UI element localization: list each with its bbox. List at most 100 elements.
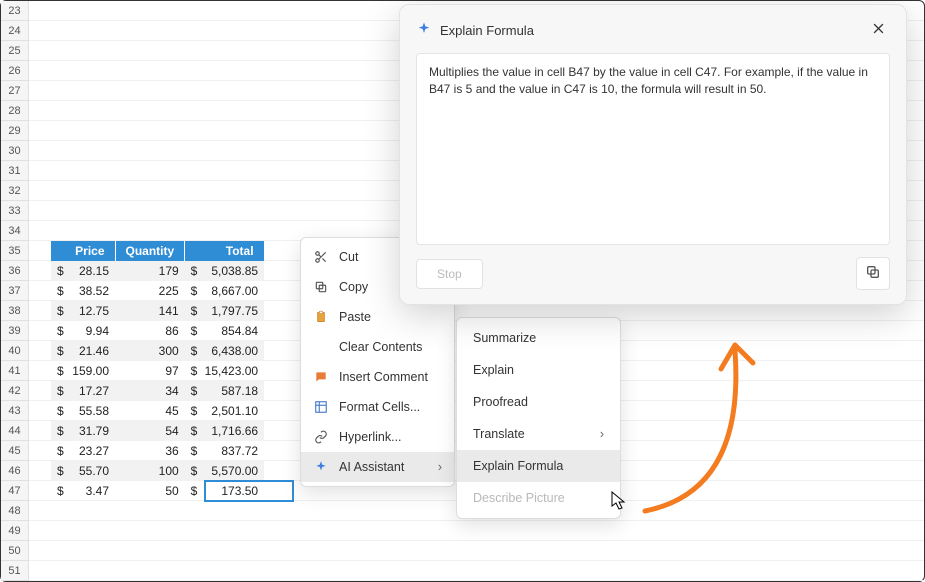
price-cell[interactable]: 38.52 (65, 281, 115, 301)
row-header[interactable]: 29 (1, 121, 29, 141)
submenu-proofread[interactable]: Proofread (457, 386, 620, 418)
menu-insert-comment[interactable]: Insert Comment (301, 362, 454, 392)
total-cell[interactable]: 854.84 (199, 321, 264, 341)
row-header[interactable]: 34 (1, 221, 29, 241)
row-header[interactable]: 43 (1, 401, 29, 421)
currency-symbol: $ (185, 461, 199, 481)
row-header[interactable]: 46 (1, 461, 29, 481)
quantity-cell[interactable]: 86 (115, 321, 185, 341)
submenu-translate[interactable]: Translate › (457, 418, 620, 450)
table-row[interactable]: $21.46300$6,438.00 (51, 341, 264, 361)
close-button[interactable] (867, 17, 890, 43)
total-cell[interactable]: 837.72 (199, 441, 264, 461)
row-header[interactable]: 26 (1, 61, 29, 81)
row-header[interactable]: 30 (1, 141, 29, 161)
total-cell[interactable]: 5,570.00 (199, 461, 264, 481)
submenu-describe-picture: Describe Picture (457, 482, 620, 514)
quantity-cell[interactable]: 36 (115, 441, 185, 461)
row-header[interactable]: 50 (1, 541, 29, 561)
row-header[interactable]: 33 (1, 201, 29, 221)
row-header[interactable]: 27 (1, 81, 29, 101)
stop-button[interactable]: Stop (416, 259, 483, 289)
row-header[interactable]: 42 (1, 381, 29, 401)
table-row[interactable]: $55.5845$2,501.10 (51, 401, 264, 421)
total-cell[interactable]: 587.18 (199, 381, 264, 401)
row-header[interactable]: 47 (1, 481, 29, 501)
menu-hyperlink-label: Hyperlink... (339, 430, 402, 444)
col-quantity[interactable]: Quantity (115, 241, 185, 261)
total-cell[interactable]: 173.50 (199, 481, 264, 501)
total-cell[interactable]: 5,038.85 (199, 261, 264, 281)
table-row[interactable]: $23.2736$837.72 (51, 441, 264, 461)
table-row[interactable]: $28.15179$5,038.85 (51, 261, 264, 281)
price-cell[interactable]: 31.79 (65, 421, 115, 441)
row-header[interactable]: 40 (1, 341, 29, 361)
price-cell[interactable]: 9.94 (65, 321, 115, 341)
copy-button[interactable] (856, 257, 890, 290)
quantity-cell[interactable]: 141 (115, 301, 185, 321)
row-header[interactable]: 49 (1, 521, 29, 541)
table-row[interactable]: $12.75141$1,797.75 (51, 301, 264, 321)
row-header[interactable]: 41 (1, 361, 29, 381)
submenu-explain[interactable]: Explain (457, 354, 620, 386)
quantity-cell[interactable]: 225 (115, 281, 185, 301)
row-header[interactable]: 48 (1, 501, 29, 521)
menu-hyperlink[interactable]: Hyperlink... (301, 422, 454, 452)
dialog-body[interactable]: Multiplies the value in cell B47 by the … (416, 53, 890, 245)
table-row[interactable]: $17.2734$587.18 (51, 381, 264, 401)
table-row[interactable]: $31.7954$1,716.66 (51, 421, 264, 441)
row-header[interactable]: 44 (1, 421, 29, 441)
quantity-cell[interactable]: 54 (115, 421, 185, 441)
total-cell[interactable]: 8,667.00 (199, 281, 264, 301)
quantity-cell[interactable]: 100 (115, 461, 185, 481)
total-cell[interactable]: 1,797.75 (199, 301, 264, 321)
row-header[interactable]: 24 (1, 21, 29, 41)
row-header[interactable]: 37 (1, 281, 29, 301)
row-header[interactable]: 35 (1, 241, 29, 261)
row-header[interactable]: 38 (1, 301, 29, 321)
row-header[interactable]: 32 (1, 181, 29, 201)
price-cell[interactable]: 12.75 (65, 301, 115, 321)
submenu-explain-formula[interactable]: Explain Formula (457, 450, 620, 482)
row-header[interactable]: 39 (1, 321, 29, 341)
row-header[interactable]: 51 (1, 561, 29, 581)
price-cell[interactable]: 28.15 (65, 261, 115, 281)
quantity-cell[interactable]: 34 (115, 381, 185, 401)
quantity-cell[interactable]: 97 (115, 361, 185, 381)
table-row[interactable]: $38.52225$8,667.00 (51, 281, 264, 301)
price-cell[interactable]: 159.00 (65, 361, 115, 381)
row-header[interactable]: 31 (1, 161, 29, 181)
blank-icon (313, 339, 329, 355)
price-cell[interactable]: 21.46 (65, 341, 115, 361)
menu-clear-contents[interactable]: Clear Contents (301, 332, 454, 362)
row-header[interactable]: 45 (1, 441, 29, 461)
total-cell[interactable]: 2,501.10 (199, 401, 264, 421)
menu-format-cells[interactable]: Format Cells... (301, 392, 454, 422)
menu-paste[interactable]: Paste (301, 302, 454, 332)
col-price[interactable]: Price (51, 241, 115, 261)
table-row[interactable]: $159.0097$15,423.00 (51, 361, 264, 381)
table-row[interactable]: $3.4750$173.50 (51, 481, 264, 501)
col-total[interactable]: Total (185, 241, 264, 261)
table-row[interactable]: $9.9486$854.84 (51, 321, 264, 341)
quantity-cell[interactable]: 50 (115, 481, 185, 501)
table-row[interactable]: $55.70100$5,570.00 (51, 461, 264, 481)
total-cell[interactable]: 15,423.00 (199, 361, 264, 381)
total-cell[interactable]: 1,716.66 (199, 421, 264, 441)
total-cell[interactable]: 6,438.00 (199, 341, 264, 361)
row-header[interactable]: 25 (1, 41, 29, 61)
price-cell[interactable]: 55.58 (65, 401, 115, 421)
quantity-cell[interactable]: 300 (115, 341, 185, 361)
quantity-cell[interactable]: 45 (115, 401, 185, 421)
price-cell[interactable]: 23.27 (65, 441, 115, 461)
menu-ai-assistant[interactable]: AI Assistant › (301, 452, 454, 482)
row-header[interactable]: 28 (1, 101, 29, 121)
quantity-cell[interactable]: 179 (115, 261, 185, 281)
submenu-summarize[interactable]: Summarize (457, 322, 620, 354)
row-header[interactable]: 36 (1, 261, 29, 281)
row-header[interactable]: 23 (1, 1, 29, 21)
chevron-right-icon: › (438, 460, 442, 474)
price-cell[interactable]: 17.27 (65, 381, 115, 401)
price-cell[interactable]: 55.70 (65, 461, 115, 481)
price-cell[interactable]: 3.47 (65, 481, 115, 501)
